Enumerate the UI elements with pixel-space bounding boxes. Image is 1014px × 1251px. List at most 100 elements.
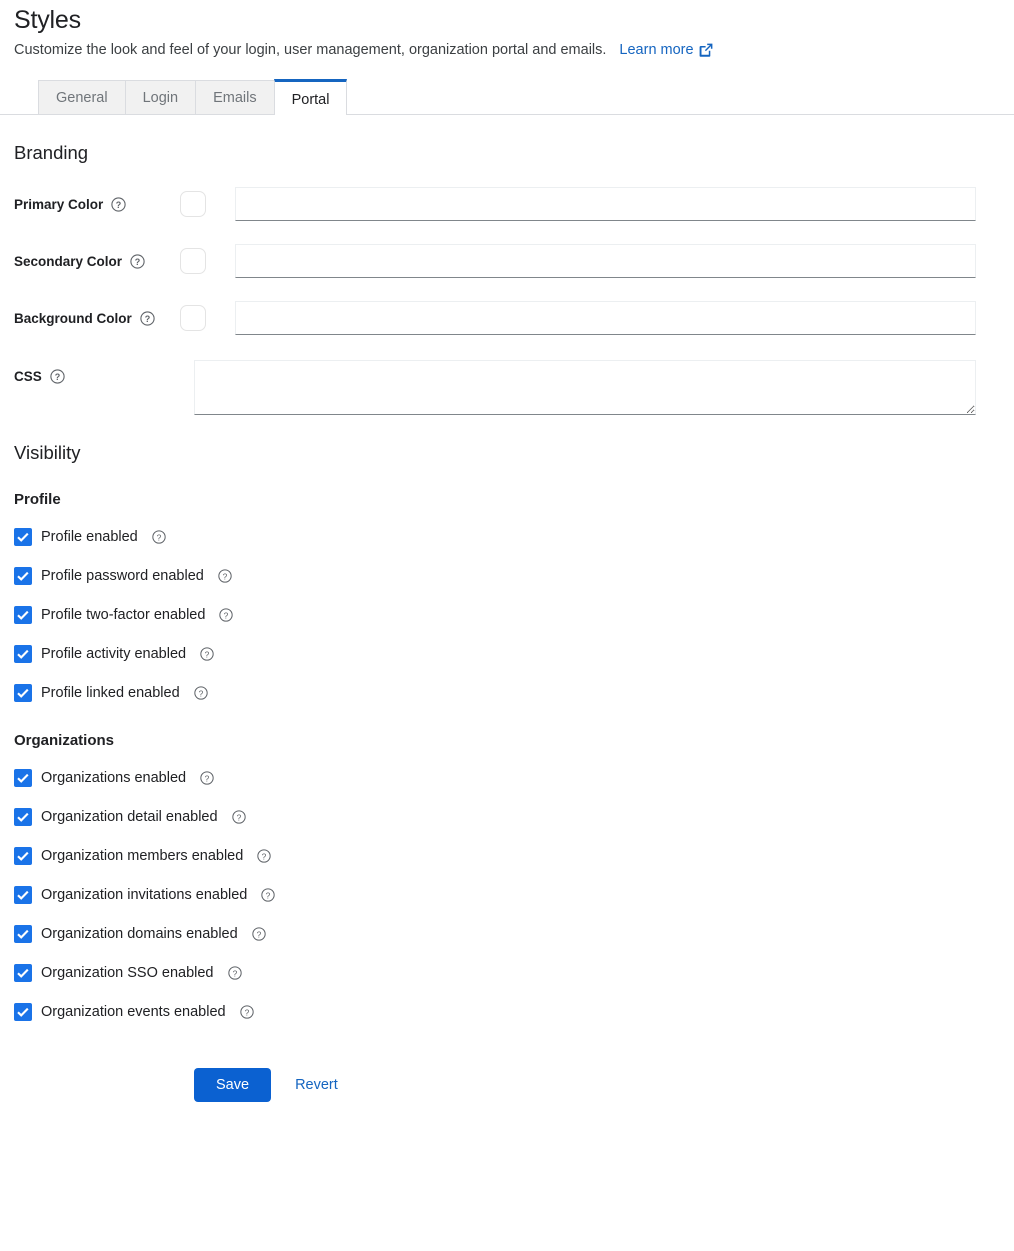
- background-color-input[interactable]: [235, 301, 976, 335]
- svg-text:?: ?: [205, 773, 210, 783]
- tab-general[interactable]: General: [38, 80, 126, 114]
- background-color-label: Background Color: [14, 310, 132, 326]
- secondary-color-label: Secondary Color: [14, 253, 123, 269]
- checkbox-label: Organizations enabled: [41, 770, 187, 786]
- primary-color-swatch[interactable]: [180, 191, 206, 217]
- svg-text:?: ?: [222, 571, 227, 581]
- tab-portal[interactable]: Portal: [273, 79, 348, 115]
- svg-text:?: ?: [156, 532, 161, 542]
- organizations-subsection-title: Organizations: [14, 732, 115, 749]
- external-link-icon: [699, 43, 713, 57]
- checkbox-label: Profile linked enabled: [41, 685, 180, 701]
- svg-text:?: ?: [55, 372, 61, 382]
- checkbox-label: Organization domains enabled: [41, 926, 238, 942]
- help-icon[interactable]: ?: [111, 196, 126, 212]
- css-label: CSS: [14, 368, 42, 384]
- help-icon[interactable]: ?: [231, 810, 246, 824]
- checkbox-row-profile-password-enabled[interactable]: Profile password enabled ?: [14, 566, 1000, 586]
- help-icon[interactable]: ?: [200, 771, 214, 785]
- checkbox-row-profile-activity-enabled[interactable]: Profile activity enabled ?: [14, 644, 1000, 664]
- checkbox-label: Profile password enabled: [41, 568, 204, 584]
- checkbox-organization-domains-enabled[interactable]: [14, 925, 32, 943]
- checkbox-row-organization-sso-enabled[interactable]: Organization SSO enabled ?: [14, 963, 1000, 983]
- svg-text:?: ?: [236, 812, 241, 822]
- help-icon[interactable]: ?: [152, 530, 166, 544]
- page-subtitle: Customize the look and feel of your logi…: [14, 42, 607, 58]
- learn-more-label: Learn more: [619, 42, 694, 58]
- checkbox-organization-detail-enabled[interactable]: [14, 808, 32, 826]
- checkbox-organization-members-enabled[interactable]: [14, 847, 32, 865]
- help-icon[interactable]: ?: [239, 1005, 254, 1019]
- checkbox-profile-activity-enabled[interactable]: [14, 645, 32, 663]
- revert-button[interactable]: Revert: [295, 1077, 338, 1093]
- checkbox-profile-password-enabled[interactable]: [14, 567, 32, 585]
- primary-color-label: Primary Color: [14, 196, 104, 212]
- checkbox-organizations-enabled[interactable]: [14, 769, 32, 787]
- tab-emails[interactable]: Emails: [195, 80, 275, 114]
- page-title: Styles: [14, 6, 81, 34]
- checkbox-organization-events-enabled[interactable]: [14, 1003, 32, 1021]
- tab-login[interactable]: Login: [124, 80, 197, 114]
- learn-more-link[interactable]: Learn more: [619, 40, 712, 60]
- help-icon[interactable]: ?: [218, 569, 232, 583]
- primary-color-input[interactable]: [235, 187, 976, 221]
- checkbox-row-organization-members-enabled[interactable]: Organization members enabled ?: [14, 846, 1000, 866]
- checkbox-profile-two-factor-enabled[interactable]: [14, 606, 32, 624]
- checkbox-row-profile-enabled[interactable]: Profile enabled ?: [14, 527, 1000, 547]
- secondary-color-row: Secondary Color ?: [14, 244, 1000, 278]
- checkbox-organization-invitations-enabled[interactable]: [14, 886, 32, 904]
- checkbox-organization-sso-enabled[interactable]: [14, 964, 32, 982]
- checkbox-row-organization-detail-enabled[interactable]: Organization detail enabled ?: [14, 807, 1000, 827]
- checkbox-row-organizations-enabled[interactable]: Organizations enabled ?: [14, 768, 1000, 788]
- css-label-group: CSS ?: [14, 360, 194, 386]
- branding-section-title: Branding: [14, 142, 89, 163]
- svg-text:?: ?: [116, 200, 122, 210]
- primary-color-label-group: Primary Color ?: [14, 197, 180, 212]
- secondary-color-swatch[interactable]: [180, 248, 206, 274]
- svg-text:?: ?: [256, 929, 261, 939]
- save-button[interactable]: Save: [194, 1068, 272, 1102]
- checkbox-row-profile-linked-enabled[interactable]: Profile linked enabled ?: [14, 683, 1000, 703]
- checkbox-label: Organization members enabled: [41, 848, 244, 864]
- checkbox-row-organization-invitations-enabled[interactable]: Organization invitations enabled ?: [14, 885, 1000, 905]
- help-icon[interactable]: ?: [219, 608, 234, 622]
- svg-text:?: ?: [262, 851, 267, 861]
- secondary-color-label-group: Secondary Color ?: [14, 254, 180, 269]
- css-row: CSS ?: [14, 360, 1000, 415]
- svg-text:?: ?: [232, 968, 237, 978]
- help-icon[interactable]: ?: [130, 253, 145, 269]
- primary-color-row: Primary Color ?: [14, 187, 1000, 221]
- checkbox-profile-enabled[interactable]: [14, 528, 32, 546]
- help-icon[interactable]: ?: [200, 647, 214, 661]
- svg-text:?: ?: [224, 610, 229, 620]
- help-icon[interactable]: ?: [140, 310, 155, 326]
- checkbox-row-profile-two-factor-enabled[interactable]: Profile two-factor enabled ?: [14, 605, 1000, 625]
- checkbox-profile-linked-enabled[interactable]: [14, 684, 32, 702]
- svg-text:?: ?: [266, 890, 271, 900]
- checkbox-row-organization-events-enabled[interactable]: Organization events enabled ?: [14, 1002, 1000, 1022]
- checkbox-label: Profile activity enabled: [41, 646, 187, 662]
- page-subtitle-row: Customize the look and feel of your logi…: [14, 40, 1000, 60]
- content-area: Branding Primary Color ? Secondary Color…: [0, 115, 1014, 1102]
- help-icon[interactable]: ?: [193, 686, 208, 700]
- help-icon[interactable]: ?: [257, 849, 271, 863]
- css-textarea[interactable]: [194, 360, 976, 415]
- checkbox-label: Organization invitations enabled: [41, 887, 248, 903]
- svg-text:?: ?: [244, 1007, 249, 1017]
- help-icon[interactable]: ?: [50, 368, 65, 384]
- checkbox-label: Profile two-factor enabled: [41, 607, 206, 623]
- page-header: Styles Customize the look and feel of yo…: [0, 0, 1014, 60]
- background-color-swatch[interactable]: [180, 305, 206, 331]
- svg-text:?: ?: [145, 314, 151, 324]
- svg-text:?: ?: [205, 649, 210, 659]
- secondary-color-input[interactable]: [235, 244, 976, 278]
- checkbox-row-organization-domains-enabled[interactable]: Organization domains enabled ?: [14, 924, 1000, 944]
- help-icon[interactable]: ?: [261, 888, 276, 902]
- help-icon[interactable]: ?: [227, 966, 242, 980]
- checkbox-label: Profile enabled: [41, 529, 138, 545]
- svg-text:?: ?: [198, 688, 203, 698]
- checkbox-label: Organization SSO enabled: [41, 965, 214, 981]
- svg-text:?: ?: [135, 257, 141, 267]
- help-icon[interactable]: ?: [252, 927, 266, 941]
- background-color-label-group: Background Color ?: [14, 311, 180, 326]
